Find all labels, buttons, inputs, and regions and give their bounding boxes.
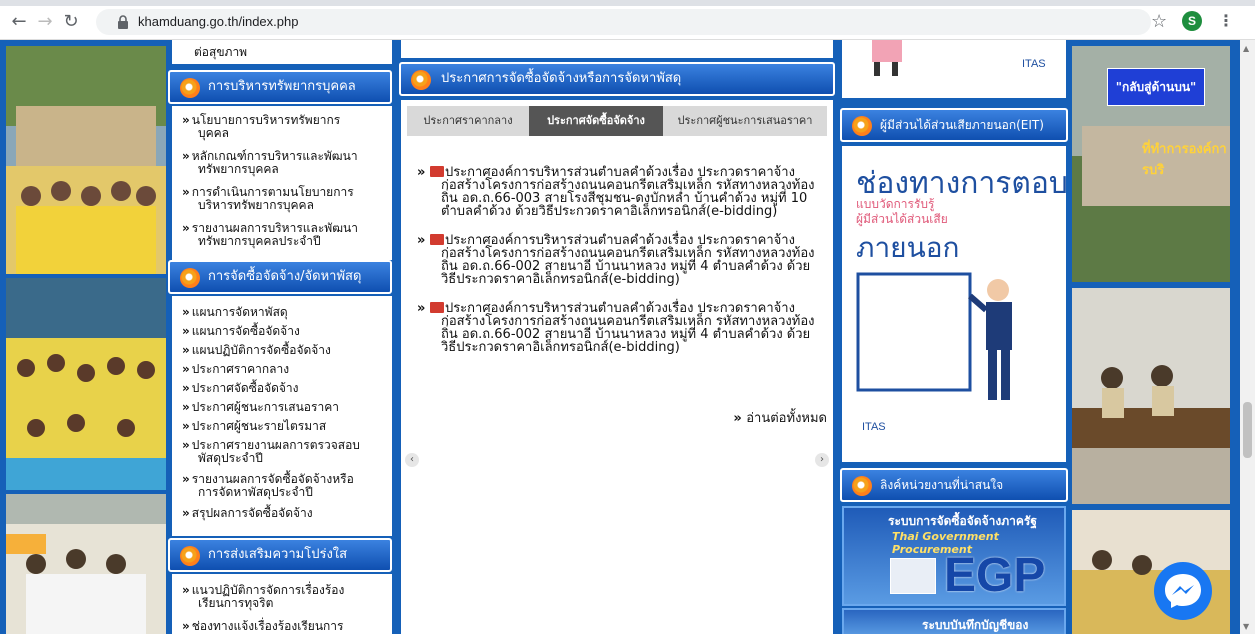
links-header: ลิงค์หน่วยงานที่น่าสนใจ — [840, 468, 1068, 502]
right-sidebar: ITAS ผู้มีส่วนได้ส่วนเสียภายนอก(EIT) ช่อ… — [838, 40, 1070, 634]
url-text[interactable]: khamduang.go.th/index.php — [138, 14, 298, 29]
egp-emblem-icon — [890, 558, 936, 594]
reload-icon[interactable]: ↻ — [60, 13, 82, 31]
menu-item-complaint-channel[interactable]: » ช่องทางแจ้งเรื่องร้องเรียนการ — [182, 620, 392, 633]
procurement-body: ประกาศราคากลาง ประกาศจัดซื้อจัดจ้าง ประก… — [401, 100, 833, 634]
news-item[interactable]: » ประกาศองค์การบริหารส่วนตำบลคำด้วงเรื่อ… — [417, 166, 827, 218]
menu-item-annual-report[interactable]: » รายงานผลการจัดซื้อจัดจ้างหรือ การจัดหาพั… — [182, 473, 392, 499]
procurement-panel: ประกาศการจัดซื้อจัดจ้างหรือการจัดหาพัสดุ… — [397, 40, 839, 634]
carousel-prev-icon[interactable]: ‹ — [405, 453, 419, 467]
menu-item-purchase-plan[interactable]: » แผนการจัดซื้อจัดจ้าง — [182, 325, 392, 338]
meeting-photo — [1072, 288, 1230, 504]
sidebar-menu: ต่อสุขภาพ การบริหารทรัพยากรบุคคล » นโยบาย… — [168, 40, 392, 634]
menu-header-transparency: การส่งเสริมความโปร่งใส — [168, 538, 392, 572]
scroll-up-icon[interactable]: ▲ — [1243, 44, 1249, 53]
menu-box-hr: » นโยบายการบริหารทรัพยากร บุคคล » หลักเกณฑ์… — [172, 106, 392, 260]
links-header-label: ลิงค์หน่วยงานที่น่าสนใจ — [880, 478, 1004, 492]
menu-header-hr: การบริหารทรัพยากรบุคคล — [168, 70, 392, 104]
activity-photo-1 — [6, 46, 166, 274]
activity-photo-3 — [6, 494, 166, 634]
menu-fragment-box: ต่อสุขภาพ — [172, 40, 392, 64]
menu-header-procurement: การจัดซื้อจัดจ้าง/จัดหาพัสดุ — [168, 260, 392, 294]
browser-toolbar: ← → ↻ khamduang.go.th/index.php ☆ S ⋮ — [0, 0, 1255, 40]
forward-arrow-icon[interactable]: → — [34, 13, 56, 31]
menu-header-label: การบริหารทรัพยากรบุคคล — [208, 79, 356, 94]
menu-item-health-fragment[interactable]: ต่อสุขภาพ — [194, 46, 404, 59]
messenger-chat-button[interactable] — [1154, 562, 1212, 620]
news-item[interactable]: » ประกาศองค์การบริหารส่วนตำบลคำด้วงเรื่อ… — [417, 302, 827, 354]
accounting-system-title: ระบบบันทึกบัญชีของ — [922, 618, 1029, 632]
news-item[interactable]: » ประกาศองค์การบริหารส่วนตำบลคำด้วงเรื่อ… — [417, 234, 827, 286]
menu-item-hr-operation[interactable]: » การดำเนินการตามนโยบายการ บริหารทรัพยากรบ… — [182, 186, 392, 212]
itas-logo: ITAS — [1022, 58, 1046, 70]
menu-item-summary[interactable]: » สรุปผลการจัดซื้อจัดจ้าง — [182, 507, 392, 520]
menu-item-hr-criteria[interactable]: » หลักเกณฑ์การบริหารและพัฒนา ทรัพยากรบุคคล — [182, 150, 392, 176]
menu-item-complaint-guideline[interactable]: » แนวปฏิบัติการจัดการเรื่องร้อง เรียนการทุ… — [182, 584, 392, 610]
browser-menu-icon[interactable]: ⋮ — [1218, 11, 1234, 30]
menu-item-hr-policy[interactable]: » นโยบายการบริหารทรัพยากร บุคคล — [182, 114, 392, 140]
eit-header-label: ผู้มีส่วนได้ส่วนเสียภายนอก(EIT) — [880, 118, 1044, 132]
tab-purchase-announce[interactable]: ประกาศจัดซื้อจัดจ้าง — [529, 106, 663, 136]
itas-logo-bottom: ITAS — [862, 421, 886, 433]
egp-title: ระบบการจัดซื้อจัดจ้างภาครัฐ — [888, 514, 1037, 528]
eit-header: ผู้มีส่วนได้ส่วนเสียภายนอก(EIT) — [840, 108, 1068, 142]
carousel-next-icon[interactable]: › — [815, 453, 829, 467]
scrollbar-thumb[interactable] — [1243, 402, 1252, 458]
menu-header-label: การจัดซื้อจัดจ้าง/จัดหาพัสดุ — [208, 269, 362, 284]
profile-avatar[interactable]: S — [1182, 11, 1202, 31]
office-sign-text: ที่ทำการองค์การบริ — [1142, 142, 1227, 178]
procurement-header: ประกาศการจัดซื้อจัดจ้างหรือการจัดหาพัสดุ — [399, 62, 835, 96]
menu-item-inspection-report[interactable]: » ประกาศรายงานผลการตรวจสอบ พัสดุประจำปี — [182, 439, 392, 465]
header-bullet-icon — [411, 70, 431, 90]
activity-photo-2 — [6, 278, 166, 490]
menu-item-median-price[interactable]: » ประกาศราคากลาง — [182, 363, 392, 376]
header-bullet-icon — [852, 116, 872, 136]
menu-bullet-icon — [180, 546, 200, 566]
pdf-icon — [429, 166, 444, 177]
accounting-system-banner[interactable]: ระบบบันทึกบัญชีของ — [842, 608, 1066, 634]
menu-item-hr-report[interactable]: » รายงานผลการบริหารและพัฒนา ทรัพยากรบุคคลป… — [182, 222, 392, 248]
back-to-top-button[interactable]: "กลับสู่ด้านบน" — [1107, 68, 1205, 106]
read-all-link[interactable]: » อ่านต่อทั้งหมด — [733, 407, 827, 428]
page-scrollbar[interactable]: ▲ ▼ — [1240, 40, 1255, 634]
pdf-icon — [429, 302, 444, 313]
procurement-title: ประกาศการจัดซื้อจัดจ้างหรือการจัดหาพัสดุ — [441, 71, 682, 86]
menu-bullet-icon — [180, 268, 200, 288]
back-arrow-icon[interactable]: ← — [8, 13, 30, 31]
egp-logo: EGP — [944, 549, 1046, 602]
menu-box-transparency: » แนวปฏิบัติการจัดการเรื่องร้อง เรียนการทุ… — [172, 574, 392, 634]
tab-strip — [0, 0, 1255, 6]
menu-item-quarterly-winner[interactable]: » ประกาศผู้ชนะรายไตรมาส — [182, 420, 392, 433]
header-bullet-icon — [852, 476, 872, 496]
lock-icon — [118, 15, 128, 29]
itas-banner-top[interactable]: ITAS — [842, 40, 1066, 98]
scroll-down-icon[interactable]: ▼ — [1243, 622, 1249, 631]
menu-item-purchase-action-plan[interactable]: » แผนปฏิบัติการจัดซื้อจัดจ้าง — [182, 344, 392, 357]
menu-item-procurement-plan[interactable]: » แผนการจัดหาพัสดุ — [182, 306, 392, 319]
menu-header-label: การส่งเสริมความโปร่งใส — [208, 547, 348, 562]
tab-median-price[interactable]: ประกาศราคากลาง — [407, 106, 529, 136]
web-page: ต่อสุขภาพ การบริหารทรัพยากรบุคคล » นโยบาย… — [0, 40, 1240, 634]
menu-bullet-icon — [180, 78, 200, 98]
menu-item-bid-winner[interactable]: » ประกาศผู้ชนะการเสนอราคา — [182, 401, 392, 414]
menu-item-purchase-announce[interactable]: » ประกาศจัดซื้อจัดจ้าง — [182, 382, 392, 395]
tab-bid-winner[interactable]: ประกาศผู้ชนะการเสนอราคา — [663, 106, 827, 136]
menu-box-procurement: » แผนการจัดหาพัสดุ » แผนการจัดซื้อจัดจ้าง … — [172, 296, 392, 536]
messenger-icon — [1165, 574, 1201, 608]
egp-banner[interactable]: ระบบการจัดซื้อจัดจ้างภาครัฐ Thai Governm… — [842, 506, 1066, 606]
panel-top-box — [401, 40, 833, 58]
bookmark-star-icon[interactable]: ☆ — [1151, 11, 1167, 32]
procurement-tabs: ประกาศราคากลาง ประกาศจัดซื้อจัดจ้าง ประก… — [407, 106, 827, 136]
pdf-icon — [429, 234, 444, 245]
presenter-illustration — [856, 272, 1012, 400]
